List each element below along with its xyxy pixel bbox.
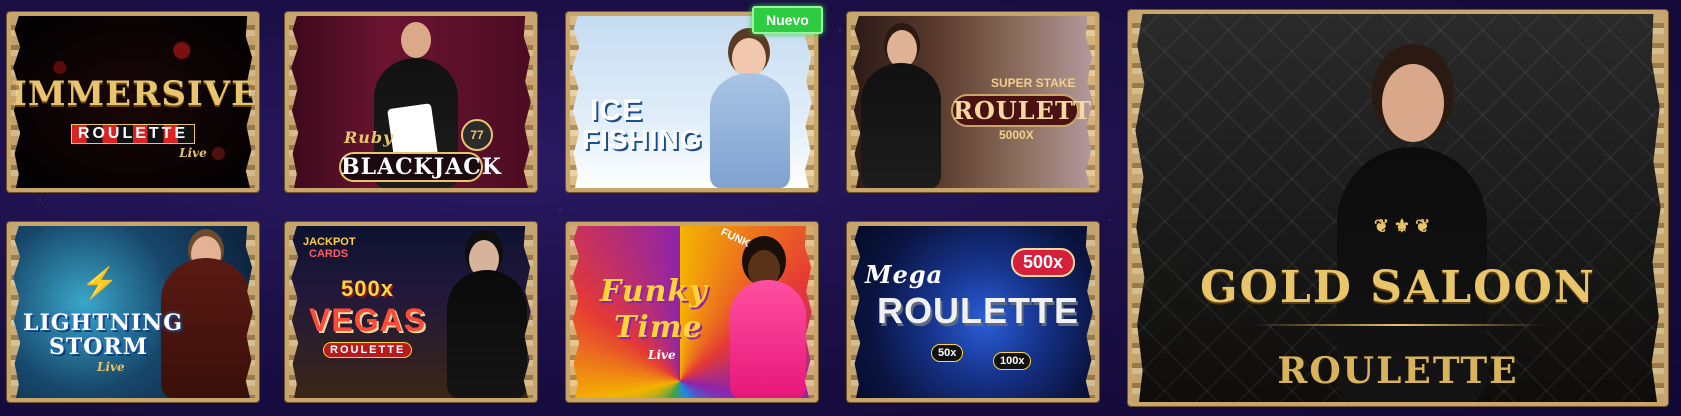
game-tile-funky-time[interactable]: FUNK Funky Time Live [566,222,818,402]
tile-multiplier: 5000X [999,128,1034,142]
jackpot-label-1: JACKPOT [303,236,356,248]
tile-title: IMMERSIVE [11,74,259,114]
tile-subtitle: ROULETTE [323,342,413,358]
game-tile-vegas-roulette[interactable]: JACKPOT CARDS 500x VEGAS ROULETTE [285,222,537,402]
tile-title: GOLD SALOON [1199,262,1597,313]
game-tile-super-stake-roulette[interactable]: SUPER STAKE ROULETTE 5000X [847,12,1099,192]
dealer-head [401,22,431,58]
game-tile-immersive-roulette[interactable]: IMMERSIVE ROULETTE Live [7,12,259,192]
tile-live-tag: Live [97,360,125,374]
tile-live-tag: Live [648,348,676,362]
multiplier-chip-2: 100x [993,352,1032,370]
new-badge: Nuevo [752,6,823,34]
divider-ornament [1252,324,1544,326]
tile-subtitle: ROULETTE [71,124,195,144]
tile-title: BLACKJACK [339,152,502,182]
multiplier-chip-1: 50x [931,344,964,362]
host-figure [447,270,527,398]
game-tile-gold-saloon-roulette[interactable]: ❦ ⚜ ❦ GOLD SALOON ROULETTE [1128,10,1668,406]
tile-title-line1: Funky [600,274,708,309]
tile-top-label: SUPER STAKE [991,76,1076,90]
ornament-icon: ❦ ⚜ ❦ [1373,216,1431,236]
game-tile-mega-roulette[interactable]: 500x Mega ROULETTE 50x 100x [847,222,1099,402]
bolt-icon: ⚡ [81,267,119,300]
host-figure [730,280,806,398]
host-figure [710,73,790,188]
game-tile-ruby-blackjack[interactable]: Ruby BLACKJACK 77 [285,12,537,192]
tile-title-line1: LIGHTNING [23,310,184,336]
game-tile-lightning-storm[interactable]: ⚡ LIGHTNING STORM Live [7,222,259,402]
host-head [1382,64,1444,142]
tile-title: VEGAS [309,302,427,338]
live-casino-grid: IMMERSIVE ROULETTE Live Ruby BLACKJACK 7… [0,0,1681,416]
tile-tag: Ruby [344,128,394,147]
jackpot-label-2: CARDS [309,248,349,260]
chip-value: 77 [461,119,493,151]
host-figure [861,63,941,188]
tile-title: ROULETTE [877,290,1079,331]
tile-mega-label: Mega [865,260,944,289]
game-tile-ice-fishing[interactable]: ICE FISHING [566,12,818,192]
tile-title-line2: Time [614,310,703,345]
tile-title-line2: FISHING [582,124,703,155]
tile-title-line2: STORM [49,334,149,360]
tile-multiplier: 500x [341,276,394,301]
tile-subtitle: ROULETTE [1277,350,1519,392]
tile-title: ROULETTE [951,94,1099,127]
host-head [732,38,766,78]
mega-badge: 500x [1011,248,1076,277]
tile-live-tag: Live [179,146,207,160]
tile-title-line1: ICE [590,94,644,127]
